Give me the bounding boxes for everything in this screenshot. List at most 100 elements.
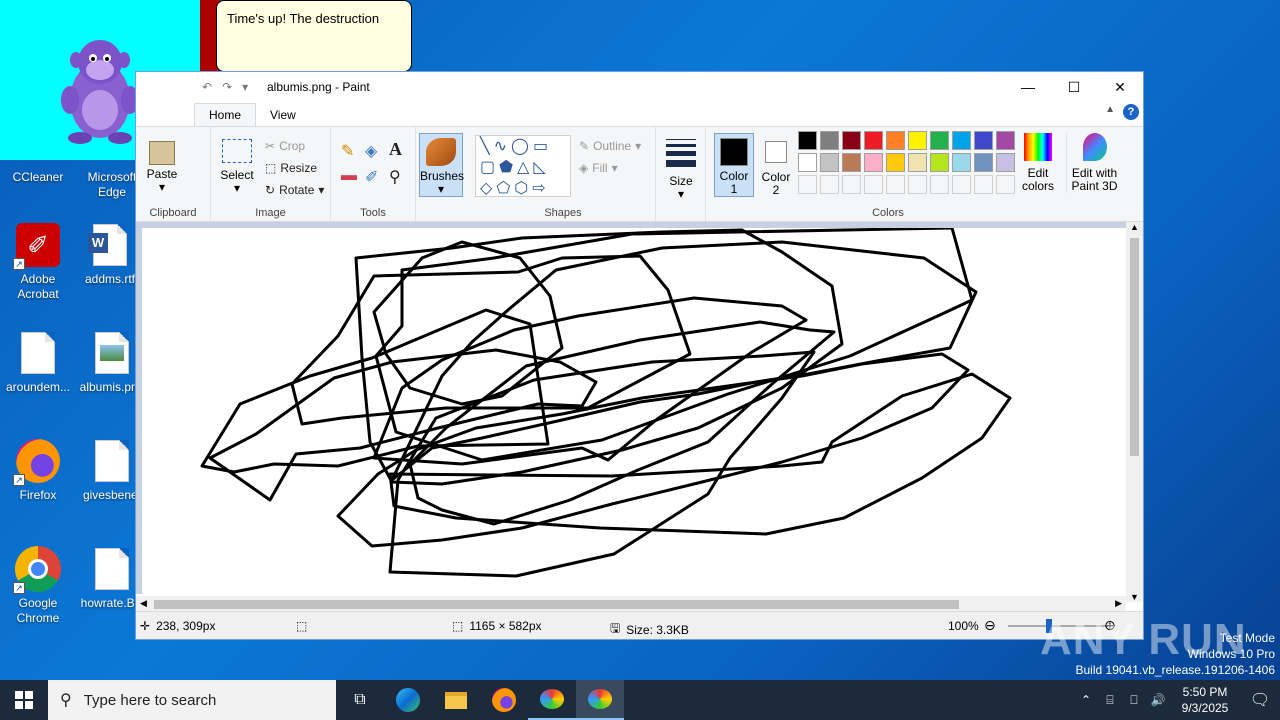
shapes-group: ╲∿◯▭ ▢⬟△◺ ◇⬠⬡⇨ ✎ Outline ▾ ◈ Fill ▾ Shapes [471,127,656,221]
eraser-icon[interactable]: ▬ [341,167,357,185]
paint-window[interactable]: ↶ ↷ ▾ albumis.png - Paint — ☐ ✕ Home Vie… [135,71,1144,640]
fill-bucket-icon[interactable]: ◈ [365,141,377,161]
taskbar-search[interactable]: ⚲ Type here to search [48,680,336,720]
palette-swatch[interactable] [952,153,971,172]
scroll-up-icon[interactable]: ▲ [1130,222,1139,232]
pencil-icon[interactable]: ✎ [341,141,354,161]
brushes-button[interactable]: Brushes ▾ [419,133,464,197]
palette-swatch[interactable] [798,131,817,150]
volume-icon[interactable]: 🔊 [1146,693,1170,707]
color-picker-icon[interactable]: ✐ [365,167,378,187]
desktop-icon-adobe-acrobat[interactable]: ✐ ↗ Adobe Acrobat [0,222,76,302]
palette-swatch[interactable] [952,175,971,194]
taskbar-paint-1[interactable] [528,680,576,720]
taskbar-edge[interactable] [384,680,432,720]
color2-button[interactable]: Color 2 [758,133,794,197]
title-bar[interactable]: ↶ ↷ ▾ albumis.png - Paint — ☐ ✕ [136,72,1143,102]
crop-button[interactable]: ✂ Crop [265,139,305,153]
palette-swatch[interactable] [974,153,993,172]
rotate-button[interactable]: ↻ Rotate ▾ [265,183,324,197]
outline-button[interactable]: ✎ Outline ▾ [579,139,641,153]
vertical-scrollbar[interactable]: ▲ ▼ [1126,222,1143,602]
edit-paint3d-button[interactable]: Edit with Paint 3D [1066,133,1122,193]
close-button[interactable]: ✕ [1097,72,1143,102]
select-button[interactable]: Select ▾ [219,139,255,195]
minimize-button[interactable]: — [1005,72,1051,102]
taskbar-paint-2[interactable] [576,680,624,720]
paste-button[interactable]: Paste ▾ [144,141,180,194]
color2-swatch [765,141,787,163]
maximize-button[interactable]: ☐ [1051,72,1097,102]
canvas-area[interactable] [136,222,1143,594]
network-icon[interactable]: ⎕ [1122,693,1146,708]
tab-view[interactable]: View [256,104,310,126]
task-view-button[interactable]: ⧉ [336,680,384,720]
zoom-out-icon[interactable]: ⊖ [984,617,996,634]
shapes-gallery[interactable]: ╲∿◯▭ ▢⬟△◺ ◇⬠⬡⇨ [475,135,571,197]
palette-swatch[interactable] [864,153,883,172]
desktop-icon-firefox[interactable]: ↗ Firefox [0,438,76,503]
collapse-ribbon-icon[interactable]: ▲ [1105,104,1115,115]
customize-qat-icon[interactable]: ▾ [242,80,248,94]
palette-swatch[interactable] [864,131,883,150]
size-group: Size ▾ [656,127,706,221]
start-button[interactable] [0,680,48,720]
palette-swatch[interactable] [842,131,861,150]
palette-swatch[interactable] [820,153,839,172]
file-icon [15,330,61,376]
palette-swatch[interactable] [908,131,927,150]
palette-swatch[interactable] [864,175,883,194]
image-file-icon [89,330,135,376]
palette-swatch[interactable] [798,175,817,194]
show-hidden-icons-icon[interactable]: ⌃ [1074,693,1098,707]
palette-swatch[interactable] [930,153,949,172]
palette-swatch[interactable] [908,175,927,194]
desktop-icon-chrome[interactable]: ↗ Google Chrome [0,546,76,626]
magnifier-icon[interactable]: ⚲ [389,167,401,187]
clock[interactable]: 5:50 PM 9/3/2025 [1170,684,1240,716]
taskbar-firefox[interactable] [480,680,528,720]
palette-swatch[interactable] [842,175,861,194]
palette-swatch[interactable] [820,175,839,194]
palette-swatch[interactable] [974,131,993,150]
palette-swatch[interactable] [798,153,817,172]
scroll-left-icon[interactable]: ◀ [140,598,147,609]
palette-swatch[interactable] [908,153,927,172]
scroll-right-icon[interactable]: ▶ [1115,598,1122,609]
scroll-down-icon[interactable]: ▼ [1130,592,1139,602]
oval-shape-icon: ◯ [511,138,533,155]
resize-icon: ⬚ [265,161,277,175]
palette-swatch[interactable] [930,131,949,150]
palette-swatch[interactable] [996,153,1015,172]
crop-icon: ✂ [265,139,276,153]
taskbar-file-explorer[interactable] [432,680,480,720]
help-icon[interactable]: ? [1123,104,1139,120]
resize-button[interactable]: ⬚ Resize [265,161,317,175]
palette-swatch[interactable] [886,153,905,172]
palette-swatch[interactable] [996,175,1015,194]
palette-swatch[interactable] [886,175,905,194]
color1-button[interactable]: Color 1 [714,133,754,197]
palette-swatch[interactable] [996,131,1015,150]
undo-icon[interactable]: ↶ [202,80,212,94]
vertical-scroll-thumb[interactable] [1130,238,1139,456]
network-device-icon[interactable]: ⌸ [1098,693,1122,708]
size-button[interactable]: Size ▾ [664,139,698,201]
shortcut-arrow-icon: ↗ [13,258,25,270]
palette-swatch[interactable] [930,175,949,194]
palette-swatch[interactable] [886,131,905,150]
horizontal-scroll-thumb[interactable] [154,600,959,609]
palette-swatch[interactable] [952,131,971,150]
palette-swatch[interactable] [820,131,839,150]
text-tool-icon[interactable]: A [389,139,402,160]
edit-colors-button[interactable]: Edit colors [1020,133,1056,193]
arrow-shape-icon: ⇨ [532,180,550,197]
redo-icon[interactable]: ↷ [222,80,232,94]
palette-swatch[interactable] [974,175,993,194]
tab-home[interactable]: Home [194,103,257,126]
drawing-canvas[interactable] [142,226,1127,594]
palette-swatch[interactable] [842,153,861,172]
notification-icon[interactable]: 🗨 [1240,690,1280,710]
desktop-icon-aroundem[interactable]: aroundem... [0,330,76,395]
fill-button[interactable]: ◈ Fill ▾ [579,161,618,175]
